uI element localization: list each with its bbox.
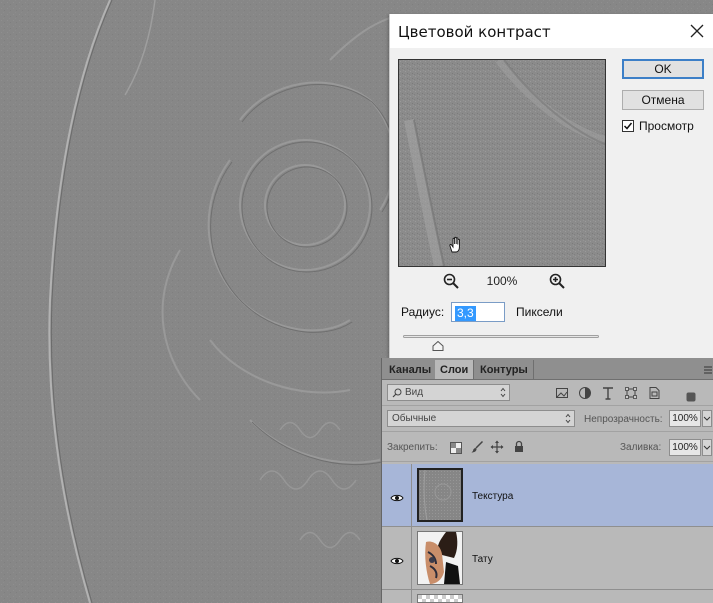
filter-row: Вид <box>382 380 713 406</box>
hand-tool-icon <box>447 236 465 259</box>
tab-channels[interactable]: Каналы <box>384 360 438 379</box>
chevron-updown-icon <box>500 387 506 398</box>
layer-name: Текстура <box>472 491 514 502</box>
layer-thumbnail <box>417 594 463 603</box>
filter-preview[interactable] <box>398 59 606 267</box>
radius-value: 3,3 <box>455 306 476 321</box>
preview-texture <box>399 60 605 266</box>
opacity-input[interactable]: 100% <box>669 410 701 427</box>
eye-icon <box>390 490 404 502</box>
preview-checkbox[interactable] <box>622 120 634 132</box>
lock-icon[interactable] <box>513 440 527 454</box>
panel-menu-icon[interactable] <box>704 363 712 374</box>
checkmark-icon <box>623 122 633 130</box>
filter-toggle-icon[interactable] <box>686 389 696 402</box>
filter-kind-label: Вид <box>405 387 424 398</box>
move-icon[interactable] <box>490 440 504 454</box>
eye-icon <box>390 553 404 565</box>
adjustment-filter-icon[interactable] <box>578 386 592 400</box>
radius-label: Радиус: <box>401 305 445 319</box>
layer-name: Тату <box>472 554 493 565</box>
lock-row: Закрепить: Заливка: 100% <box>382 432 713 462</box>
opacity-dropdown[interactable] <box>702 410 712 427</box>
radius-input[interactable]: 3,3 <box>451 302 505 322</box>
visibility-toggle[interactable] <box>382 527 412 589</box>
chevron-down-icon <box>703 416 711 421</box>
visibility-toggle[interactable] <box>382 590 412 603</box>
search-icon <box>392 388 402 397</box>
brush-icon[interactable] <box>470 440 484 454</box>
preview-toggle[interactable]: Просмотр <box>622 119 694 133</box>
close-icon[interactable] <box>686 20 708 42</box>
visibility-toggle[interactable] <box>382 464 412 526</box>
panel-tabs: Каналы Слои Контуры <box>382 358 713 380</box>
chevron-updown-icon <box>565 413 571 424</box>
layer-row-texture[interactable]: Текстура <box>382 464 713 527</box>
layer-thumbnail <box>417 468 463 522</box>
lock-label: Закрепить: <box>387 442 438 453</box>
layer-row-tattoo[interactable]: Тату <box>382 527 713 590</box>
opacity-label: Непрозрачность: <box>584 414 663 425</box>
radius-slider-thumb[interactable] <box>432 338 444 351</box>
blend-mode-value: Обычные <box>392 413 437 424</box>
type-filter-icon[interactable] <box>601 386 615 400</box>
fill-input[interactable]: 100% <box>669 439 701 456</box>
zoom-level: 100% <box>486 274 518 288</box>
dialog-title: Цветовой контраст <box>398 23 551 41</box>
tab-layers[interactable]: Слои <box>435 360 475 379</box>
smart-object-filter-icon[interactable] <box>647 386 661 400</box>
zoom-out-icon[interactable] <box>442 272 460 290</box>
chevron-down-icon <box>703 445 711 450</box>
fill-dropdown[interactable] <box>702 439 712 456</box>
blend-mode-select[interactable]: Обычные <box>387 410 575 427</box>
radius-unit-label: Пиксели <box>516 305 563 319</box>
pixel-filter-icon[interactable] <box>555 386 569 400</box>
shape-filter-icon[interactable] <box>624 386 638 400</box>
zoom-in-icon[interactable] <box>548 272 566 290</box>
fill-label: Заливка: <box>620 442 662 453</box>
lock-transparency-icon[interactable] <box>450 441 464 455</box>
preview-label: Просмотр <box>639 119 694 133</box>
dialog-titlebar[interactable]: Цветовой контраст <box>390 14 713 48</box>
blend-row: Обычные Непрозрачность: 100% <box>382 406 713 432</box>
layer-row-partial[interactable] <box>382 590 713 603</box>
layer-thumbnail <box>417 531 463 585</box>
ok-button[interactable]: OK <box>622 59 704 79</box>
tab-paths[interactable]: Контуры <box>475 360 534 379</box>
layers-panel: Каналы Слои Контуры Вид Обычные Непрозра… <box>381 358 713 603</box>
filter-kind-select[interactable]: Вид <box>387 384 510 401</box>
cancel-button[interactable]: Отмена <box>622 90 704 110</box>
color-contrast-dialog: Цветовой контраст 100% OK Отмена Просмот… <box>389 14 713 358</box>
